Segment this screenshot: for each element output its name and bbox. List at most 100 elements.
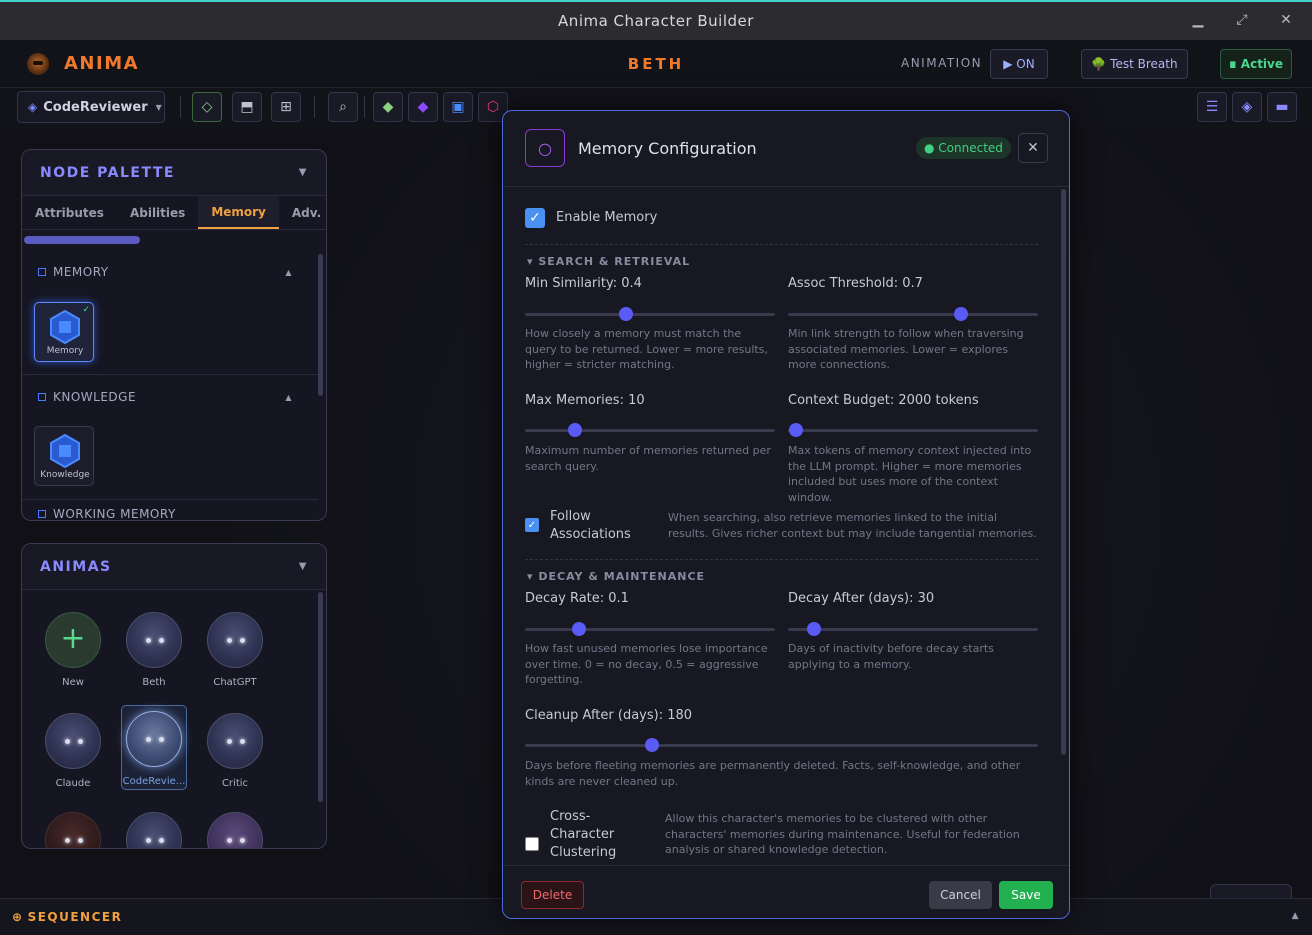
follow-associations-checkbox[interactable]: ✓ — [525, 518, 539, 532]
diamond-view-icon[interactable]: ◈ — [1232, 92, 1262, 122]
panel-view-icon[interactable]: ▬ — [1267, 92, 1297, 122]
divider — [525, 559, 1038, 560]
slider-thumb[interactable] — [789, 423, 803, 437]
close-window-icon[interactable]: ✕ — [1276, 12, 1296, 28]
chevron-up-icon[interactable]: ▲ — [285, 393, 292, 402]
enable-memory-label: Enable Memory — [556, 210, 658, 225]
context-budget-slider[interactable] — [788, 423, 1038, 437]
layout-icon[interactable]: ⬒ — [232, 92, 262, 122]
category-memory-label: MEMORY — [53, 265, 109, 279]
section-search-title[interactable]: ▾ SEARCH & RETRIEVAL — [527, 255, 690, 268]
anima-new[interactable]: New — [40, 612, 106, 688]
app-logo-text: ANIMA — [64, 53, 140, 74]
section-decay-title[interactable]: ▾ DECAY & MAINTENANCE — [527, 570, 705, 583]
check-icon: ✓ — [82, 305, 90, 315]
anima-item[interactable] — [121, 812, 187, 848]
hexagon-icon — [50, 310, 80, 344]
delete-button[interactable]: Delete — [521, 881, 584, 909]
avatar — [207, 812, 263, 848]
node-tile-knowledge[interactable]: Knowledge — [34, 426, 94, 486]
blue-node-icon[interactable]: ▣ — [443, 92, 473, 122]
cleanup-after-slider[interactable] — [525, 738, 1038, 752]
search-icon[interactable]: ⌕ — [328, 92, 358, 122]
node-palette-header[interactable]: NODE PALETTE ▼ — [22, 150, 326, 196]
close-icon[interactable]: ✕ — [1018, 133, 1048, 163]
follow-associations-label: Follow Associations — [550, 509, 631, 542]
slider-thumb[interactable] — [645, 738, 659, 752]
anima-beth[interactable]: Beth — [121, 612, 187, 688]
list-view-icon[interactable]: ☰ — [1197, 92, 1227, 122]
min-similarity-slider[interactable] — [525, 307, 775, 321]
category-memory[interactable]: MEMORY ▲ — [22, 254, 318, 290]
save-button[interactable]: Save — [999, 881, 1053, 909]
anima-item[interactable] — [202, 812, 268, 848]
palette-scrollbar[interactable] — [318, 254, 323, 396]
app-header: ANIMA BETH ANIMATION ▶ ON 🌳 Test Breath … — [0, 40, 1312, 88]
minimize-icon[interactable]: ▁ — [1188, 12, 1208, 28]
animation-toggle-button[interactable]: ▶ ON — [990, 49, 1048, 79]
active-status-button[interactable]: ∎ Active — [1220, 49, 1292, 79]
node-tile-label: Knowledge — [40, 470, 90, 480]
tab-attributes[interactable]: Attributes — [22, 196, 117, 229]
anima-critic[interactable]: Critic — [202, 713, 268, 789]
avatar — [45, 713, 101, 769]
animas-scrollbar[interactable] — [318, 592, 323, 802]
anima-chatgpt[interactable]: ChatGPT — [202, 612, 268, 688]
animas-title: ANIMAS — [40, 558, 112, 575]
decay-after-slider[interactable] — [788, 622, 1038, 636]
collapse-icon[interactable]: ▼ — [299, 167, 308, 178]
node-tile-memory[interactable]: ✓ Memory — [34, 302, 94, 362]
cancel-button[interactable]: Cancel — [929, 881, 992, 909]
diamond-icon: ◈ — [28, 100, 38, 114]
divider — [525, 244, 1038, 245]
slider-thumb[interactable] — [807, 622, 821, 636]
tab-memory[interactable]: Memory — [198, 196, 279, 229]
enable-memory-checkbox[interactable]: ✓ — [525, 208, 545, 228]
tabs-scrollbar[interactable] — [24, 236, 140, 244]
chevron-up-icon[interactable]: ▲ — [285, 268, 292, 277]
cross-character-checkbox[interactable] — [525, 837, 539, 851]
max-memories-slider[interactable] — [525, 423, 775, 437]
test-breath-button[interactable]: 🌳 Test Breath — [1081, 49, 1188, 79]
canvas-control-button[interactable] — [1210, 884, 1292, 898]
chevron-up-icon[interactable]: ▲ — [1292, 911, 1300, 921]
divider — [22, 374, 318, 375]
current-character-name: BETH — [627, 55, 685, 73]
green-node-icon[interactable]: ◆ — [373, 92, 403, 122]
tab-adv-cog[interactable]: Adv. Cog — [279, 196, 326, 229]
maximize-icon[interactable]: ⤢ — [1232, 12, 1252, 28]
slider-thumb[interactable] — [619, 307, 633, 321]
toolbar-divider — [364, 96, 365, 118]
plus-icon — [45, 612, 101, 668]
anima-claude[interactable]: Claude — [40, 713, 106, 789]
chevron-down-icon: ▼ — [155, 102, 162, 112]
character-select[interactable]: ◈ CodeReviewer ▼ — [17, 91, 165, 123]
category-knowledge[interactable]: KNOWLEDGE ▲ — [22, 379, 318, 415]
avatar — [126, 711, 182, 767]
avatar — [207, 713, 263, 769]
anima-name: Critic — [221, 778, 249, 789]
collapse-icon[interactable]: ▼ — [299, 561, 308, 572]
purple-node-icon[interactable]: ◆ — [408, 92, 438, 122]
circle-icon: ○ — [525, 129, 565, 167]
tab-abilities[interactable]: Abilities — [117, 196, 198, 229]
slider-thumb[interactable] — [568, 423, 582, 437]
anima-name: New — [62, 677, 84, 688]
toolbar-divider — [314, 96, 315, 118]
palette-categories: MEMORY ▲ ✓ Memory KNOWLEDGE ▲ Knowledge … — [22, 254, 318, 520]
anima-name: ChatGPT — [213, 677, 257, 688]
slider-thumb[interactable] — [954, 307, 968, 321]
cleanup-after-desc: Days before fleeting memories are perman… — [525, 759, 1021, 788]
decay-rate-slider[interactable] — [525, 622, 775, 636]
animas-header[interactable]: ANIMAS ▼ — [22, 544, 326, 590]
anima-codereviewer[interactable]: CodeRevie... — [121, 705, 187, 790]
anima-logo-icon — [27, 53, 49, 75]
anima-item[interactable] — [40, 812, 106, 848]
category-working-memory[interactable]: WORKING MEMORY — [22, 504, 318, 520]
assoc-threshold-slider[interactable] — [788, 307, 1038, 321]
grid-icon[interactable]: ⊞ — [271, 92, 301, 122]
slider-thumb[interactable] — [572, 622, 586, 636]
select-tool-icon[interactable]: ◇ — [192, 92, 222, 122]
modal-scrollbar[interactable] — [1061, 189, 1066, 755]
min-similarity-label: Min Similarity: 0.4 — [525, 276, 642, 291]
